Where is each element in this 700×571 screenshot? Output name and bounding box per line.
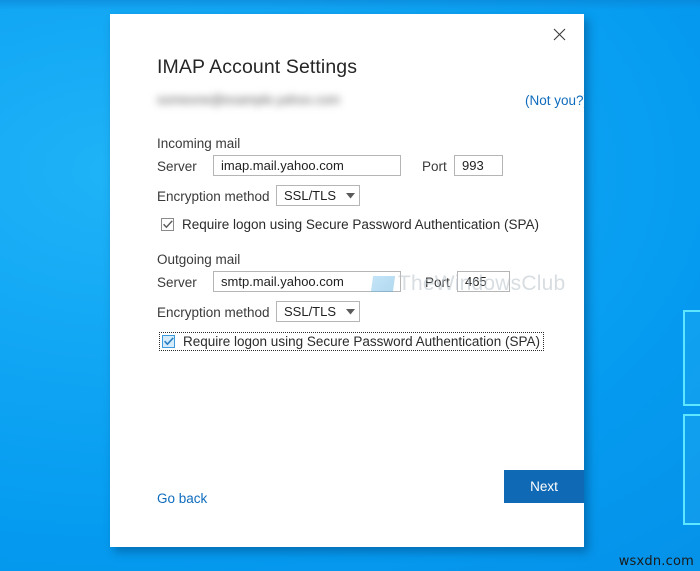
chevron-down-icon <box>341 308 359 315</box>
windows-logo-pane-top <box>683 310 700 406</box>
outgoing-mail-heading: Outgoing mail <box>157 252 241 267</box>
checkbox-icon[interactable] <box>161 218 174 231</box>
outgoing-encryption-value: SSL/TLS <box>284 304 337 319</box>
dialog-body: IMAP Account Settings someone@example.ya… <box>157 14 584 547</box>
desktop-background: wsxdn.com IMAP Account Settings someone@… <box>0 0 700 571</box>
incoming-spa-label: Require logon using Secure Password Auth… <box>182 217 539 232</box>
incoming-encryption-label: Encryption method <box>157 189 270 204</box>
outgoing-spa-checkbox-row[interactable]: Require logon using Secure Password Auth… <box>159 332 544 351</box>
outgoing-spa-label: Require logon using Secure Password Auth… <box>183 334 540 349</box>
site-watermark: wsxdn.com <box>618 554 694 569</box>
go-back-link[interactable]: Go back <box>157 491 207 506</box>
outgoing-encryption-label: Encryption method <box>157 305 270 320</box>
outgoing-port-label: Port <box>425 275 450 290</box>
outgoing-port-input[interactable] <box>457 271 510 292</box>
windows-logo-icon <box>683 310 700 525</box>
incoming-encryption-select[interactable]: SSL/TLS <box>276 185 360 206</box>
outgoing-server-label: Server <box>157 275 197 290</box>
incoming-port-input[interactable] <box>454 155 503 176</box>
checkbox-icon[interactable] <box>162 335 175 348</box>
chevron-down-icon <box>341 192 359 199</box>
incoming-encryption-value: SSL/TLS <box>284 188 337 203</box>
imap-account-settings-dialog: IMAP Account Settings someone@example.ya… <box>110 14 584 547</box>
next-button[interactable]: Next <box>504 470 584 503</box>
page-title: IMAP Account Settings <box>157 56 358 78</box>
outgoing-server-input[interactable] <box>213 271 401 292</box>
account-email-redacted: someone@example.yahoo.com <box>157 92 341 107</box>
outgoing-encryption-select[interactable]: SSL/TLS <box>276 301 360 322</box>
windows-logo-pane-bottom <box>683 414 700 525</box>
incoming-server-label: Server <box>157 159 197 174</box>
incoming-server-input[interactable] <box>213 155 401 176</box>
not-you-link[interactable]: (Not you?) <box>525 93 584 108</box>
incoming-spa-checkbox-row[interactable]: Require logon using Secure Password Auth… <box>161 217 539 232</box>
incoming-port-label: Port <box>422 159 447 174</box>
incoming-mail-heading: Incoming mail <box>157 136 241 151</box>
